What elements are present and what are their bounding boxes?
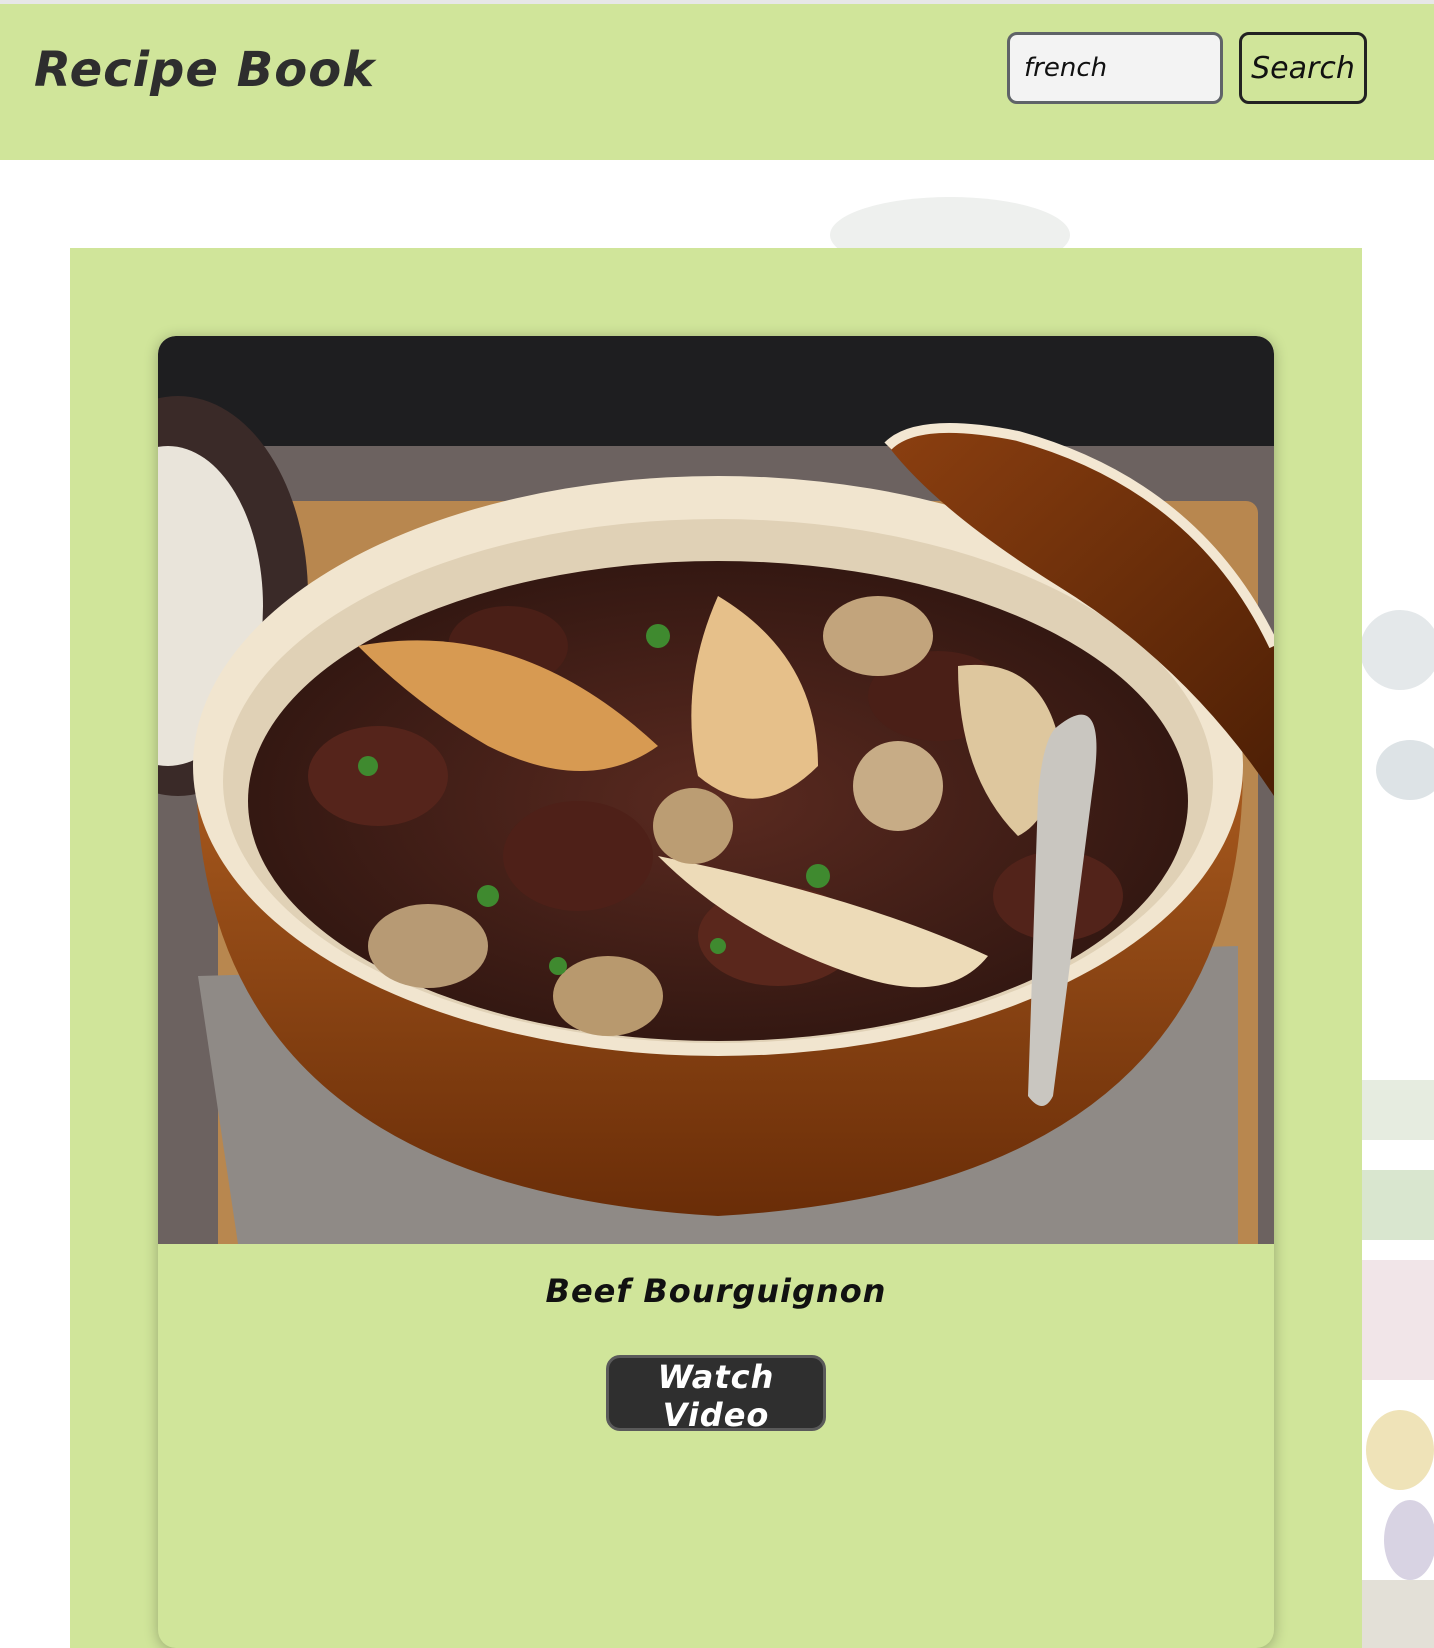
recipe-title: Beef Bourguignon xyxy=(545,1272,887,1310)
brand-title: Recipe Book xyxy=(34,42,376,98)
recipe-book-page: Recipe Book Search xyxy=(0,0,1434,1648)
recipe-card: Beef Bourguignon Watch Video xyxy=(158,336,1274,1648)
results-panel: Beef Bourguignon Watch Video xyxy=(70,248,1362,1648)
top-header: Recipe Book Search xyxy=(0,0,1434,160)
beef-stew-photo-icon xyxy=(158,336,1274,1244)
search-button[interactable]: Search xyxy=(1239,32,1367,104)
watch-video-button[interactable]: Watch Video xyxy=(606,1355,826,1434)
search-input[interactable] xyxy=(1007,32,1223,104)
